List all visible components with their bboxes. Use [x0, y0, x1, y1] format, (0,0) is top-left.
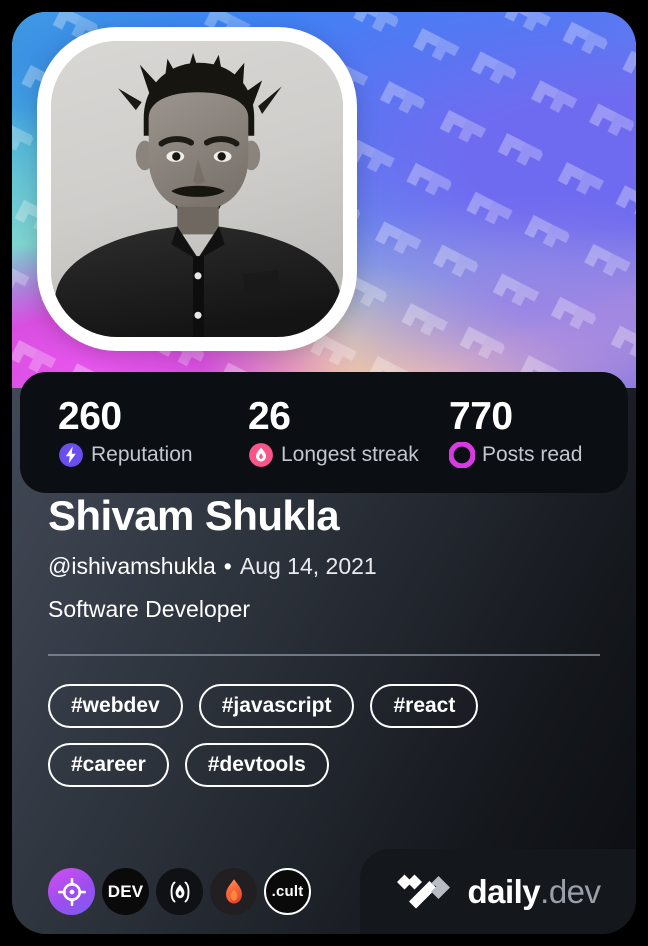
stat-label-row: Reputation — [58, 442, 248, 468]
divider — [48, 654, 600, 657]
avatar — [37, 27, 357, 351]
stat-reputation: 260 Reputation — [58, 395, 248, 468]
cult-wordmark-icon: .cult — [271, 883, 304, 900]
separator-dot: • — [223, 553, 232, 580]
brand-text: daily.dev — [467, 872, 601, 911]
brand-block: daily.dev — [360, 849, 636, 934]
avatar-image — [51, 41, 343, 337]
badge-list: DEV .cult — [48, 868, 311, 915]
stat-posts-read: 770 Posts read — [449, 395, 583, 468]
paren-flame-badge[interactable] — [156, 868, 203, 915]
stat-label-row: Posts read — [449, 441, 583, 468]
orange-flame-icon — [225, 878, 242, 903]
streak-flame-icon — [249, 443, 273, 467]
daily-dev-logo-icon — [397, 874, 451, 908]
profile-info: Shivam Shukla @ishivamshukla • Aug 14, 2… — [12, 492, 636, 788]
tag-chip[interactable]: #webdev — [48, 684, 183, 729]
crosshair-target-icon — [57, 877, 86, 906]
stat-label: Reputation — [91, 442, 193, 466]
profile-card: 260 Reputation 26 Longest streak 770 Pos… — [12, 12, 636, 934]
stat-longest-streak: 26 Longest streak — [248, 395, 449, 468]
brand-suffix: .dev — [540, 872, 601, 910]
target-badge[interactable] — [48, 868, 95, 915]
brand-name: daily — [467, 872, 541, 910]
user-role: Software Developer — [48, 596, 250, 623]
stat-value: 770 — [449, 395, 513, 439]
tag-chip[interactable]: #career — [48, 743, 169, 788]
stat-label: Posts read — [482, 442, 583, 466]
flame-badge[interactable] — [210, 868, 257, 915]
user-handle: @ishivamshukla — [48, 553, 216, 580]
parenthesis-flame-icon — [170, 881, 189, 902]
stat-value: 260 — [58, 395, 122, 439]
tag-chip[interactable]: #react — [370, 684, 479, 729]
cult-badge[interactable]: .cult — [264, 868, 311, 915]
joined-date: Aug 14, 2021 — [239, 553, 377, 580]
handle-row: @ishivamshukla • Aug 14, 2021 — [48, 553, 636, 580]
tag-list: #webdev #javascript #react #career #devt… — [48, 684, 608, 788]
dev-badge[interactable]: DEV — [102, 868, 149, 915]
stat-label: Longest streak — [281, 442, 419, 466]
tag-chip[interactable]: #javascript — [198, 684, 355, 729]
reputation-bolt-icon — [59, 443, 83, 467]
page-title: Shivam Shukla — [48, 492, 340, 539]
stat-label-row: Longest streak — [248, 442, 449, 468]
cover-banner — [12, 12, 636, 388]
stat-value: 26 — [248, 395, 291, 439]
dev-wordmark-icon: DEV — [107, 881, 144, 901]
stats-bar: 260 Reputation 26 Longest streak 770 Pos… — [20, 372, 628, 493]
posts-read-ring-icon — [449, 441, 475, 468]
card-footer: DEV .cult daily.dev — [12, 849, 636, 934]
tag-chip[interactable]: #devtools — [184, 743, 329, 788]
